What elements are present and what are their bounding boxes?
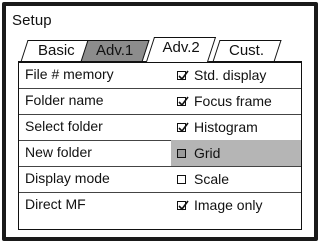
- tab-cust-label: Cust.: [229, 42, 265, 59]
- checkbox-checked-icon: [177, 122, 189, 132]
- option-focus-frame[interactable]: Focus frame: [171, 88, 301, 114]
- tab-adv2[interactable]: Adv.2: [145, 37, 217, 62]
- option-std-display[interactable]: Std. display: [171, 62, 301, 88]
- tab-adv1-label: Adv.1: [96, 42, 134, 59]
- checkbox-checked-icon: [177, 70, 189, 80]
- menu-item-label: Direct MF: [25, 196, 86, 212]
- menu-title: Setup: [12, 12, 52, 29]
- checkbox-checked-icon: [177, 200, 189, 210]
- tab-bar: Basic Adv.1 Adv.2 Cust.: [6, 36, 314, 63]
- option-label: Grid: [194, 145, 221, 161]
- option-label: Histogram: [194, 119, 258, 135]
- tab-basic-label: Basic: [37, 42, 75, 59]
- menu-item-label: Folder name: [25, 92, 104, 108]
- option-label: Scale: [194, 171, 230, 187]
- lcd-screen: Setup Basic Adv.1 Adv.2 Cust. File # mem…: [2, 2, 318, 241]
- menu-row-file-memory[interactable]: File # memory Std. display: [19, 62, 301, 89]
- menu-row-new-folder[interactable]: New folder Grid: [19, 140, 301, 167]
- menu-list: File # memory Std. display Folder name F…: [18, 62, 302, 230]
- option-scale[interactable]: Scale: [171, 166, 301, 192]
- option-label: Focus frame: [194, 93, 272, 109]
- menu-item-label: New folder: [25, 144, 92, 160]
- option-image-only[interactable]: Image only: [171, 192, 301, 218]
- menu-item-label: Select folder: [25, 118, 103, 134]
- menu-row-display-mode[interactable]: Display mode Scale: [19, 166, 301, 193]
- tab-adv1[interactable]: Adv.1: [80, 40, 150, 62]
- option-histogram[interactable]: Histogram: [171, 114, 301, 140]
- menu-row-folder-name[interactable]: Folder name Focus frame: [19, 88, 301, 115]
- menu-row-direct-mf[interactable]: Direct MF Image only: [19, 192, 301, 218]
- setup-menu-panel: Setup Basic Adv.1 Adv.2 Cust. File # mem…: [6, 6, 314, 237]
- option-grid[interactable]: Grid: [171, 140, 301, 166]
- option-label: Std. display: [194, 67, 267, 83]
- menu-item-label: File # memory: [25, 66, 114, 82]
- option-label: Image only: [194, 197, 263, 213]
- menu-row-select-folder[interactable]: Select folder Histogram: [19, 114, 301, 141]
- tab-cust[interactable]: Cust.: [212, 40, 282, 62]
- tab-adv2-label: Adv.2: [162, 39, 201, 56]
- menu-item-label: Display mode: [25, 170, 110, 186]
- checkbox-unchecked-icon: [177, 174, 186, 184]
- checkbox-selected-icon: [177, 148, 186, 158]
- checkbox-checked-icon: [177, 96, 189, 106]
